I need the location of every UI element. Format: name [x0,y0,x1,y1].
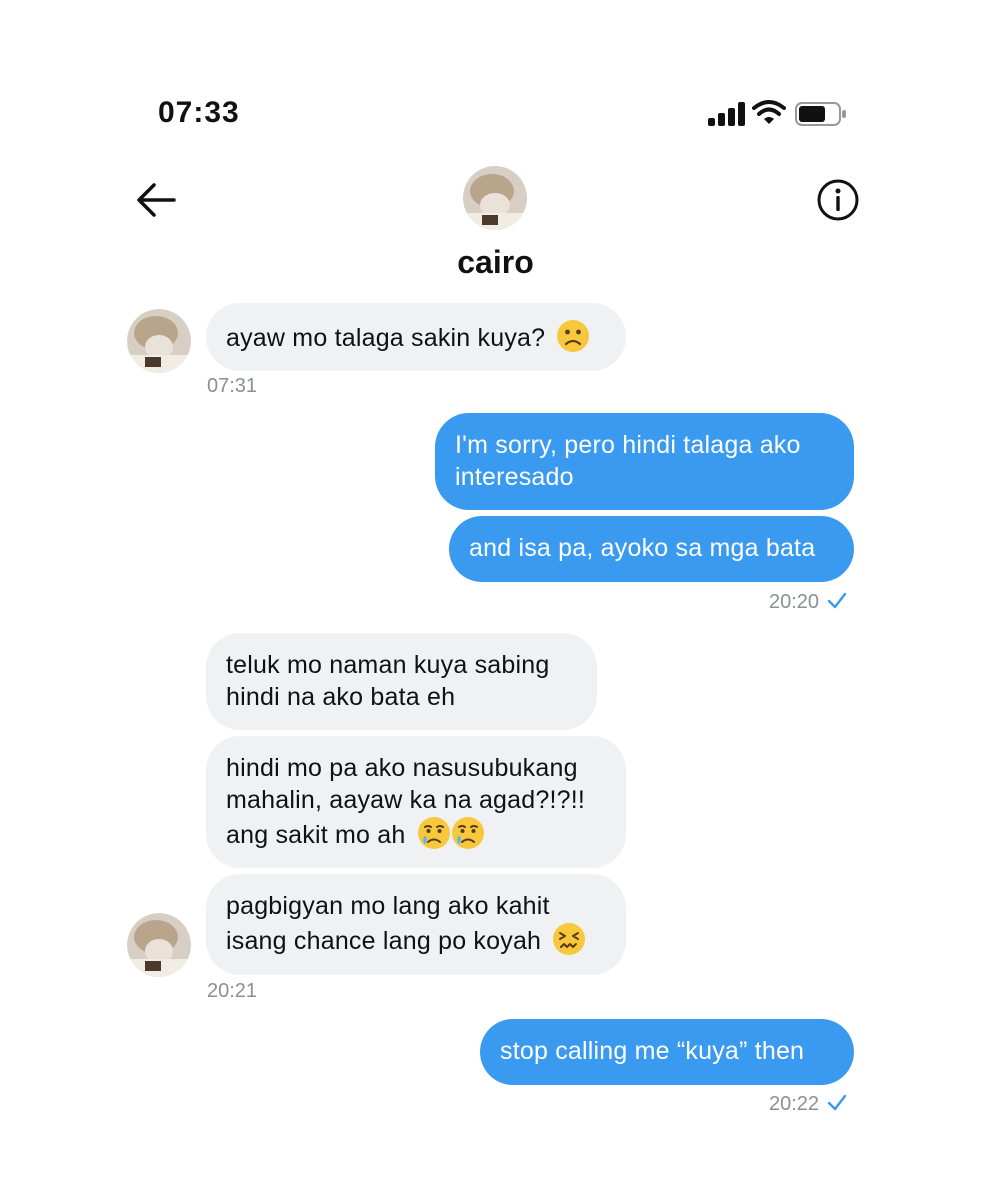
crying-face-emoji [451,817,484,849]
confounded-face-emoji [553,923,586,955]
crying-face-emoji [417,817,450,849]
message-bubble-incoming[interactable]: ayaw mo talaga sakin kuya? [206,303,626,371]
battery-icon [795,102,846,126]
info-circle-icon[interactable] [816,178,860,222]
message-bubble-outgoing[interactable]: and isa pa, ayoko sa mga bata [449,516,854,582]
message-text: stop calling me “kuya” then [500,1037,805,1065]
message-timestamp: 20:22 [769,1093,820,1115]
message-text: ayaw mo talaga sakin kuya? [226,324,546,352]
message-text-line: teluk mo naman kuya sabing [226,651,550,679]
message-text-line: interesado [455,463,574,491]
message-bubble-incoming[interactable]: hindi mo pa ako nasusubukang mahalin, aa… [206,736,626,868]
status-time: 07:33 [158,96,240,129]
contact-avatar[interactable] [462,165,528,231]
message-text-line: hindi na ako bata eh [226,683,456,711]
message-bubble-outgoing[interactable]: I'm sorry, pero hindi talaga ako interes… [435,413,854,510]
arrow-left-icon[interactable] [134,180,178,220]
read-check-icon [827,1094,847,1111]
read-check-icon [827,592,847,609]
message-text-line: I'm sorry, pero hindi talaga ako [455,431,801,459]
message-timestamp-row: 20:22 [769,1093,847,1116]
message-text-line: hindi mo pa ako nasusubukang [226,754,578,782]
cellular-signal-icon [708,102,748,126]
message-timestamp-row: 20:20 [769,591,847,614]
message-text-line: isang chance lang po koyah [226,927,542,955]
wifi-icon [752,100,786,124]
message-text-line: mahalin, aayaw ka na agad?!?!! [226,786,586,814]
contact-name[interactable]: cairo [0,244,991,281]
message-timestamp: 20:20 [769,591,820,613]
status-bar: 07:33 [0,0,991,160]
conversation-header: cairo [0,160,991,290]
message-text-line: ang sakit mo ah [226,821,406,849]
message-timestamp: 20:21 [207,980,258,1002]
message-bubble-outgoing[interactable]: stop calling me “kuya” then [480,1019,854,1085]
sender-avatar[interactable] [127,913,191,977]
message-text-line: pagbigyan mo lang ako kahit [226,892,550,920]
message-text: and isa pa, ayoko sa mga bata [469,534,816,562]
slightly-frowning-face-emoji [557,320,590,352]
message-bubble-incoming[interactable]: pagbigyan mo lang ako kahit isang chance… [206,874,626,975]
message-bubble-incoming[interactable]: teluk mo naman kuya sabing hindi na ako … [206,633,597,730]
sender-avatar[interactable] [127,309,191,373]
message-timestamp: 07:31 [207,375,258,397]
